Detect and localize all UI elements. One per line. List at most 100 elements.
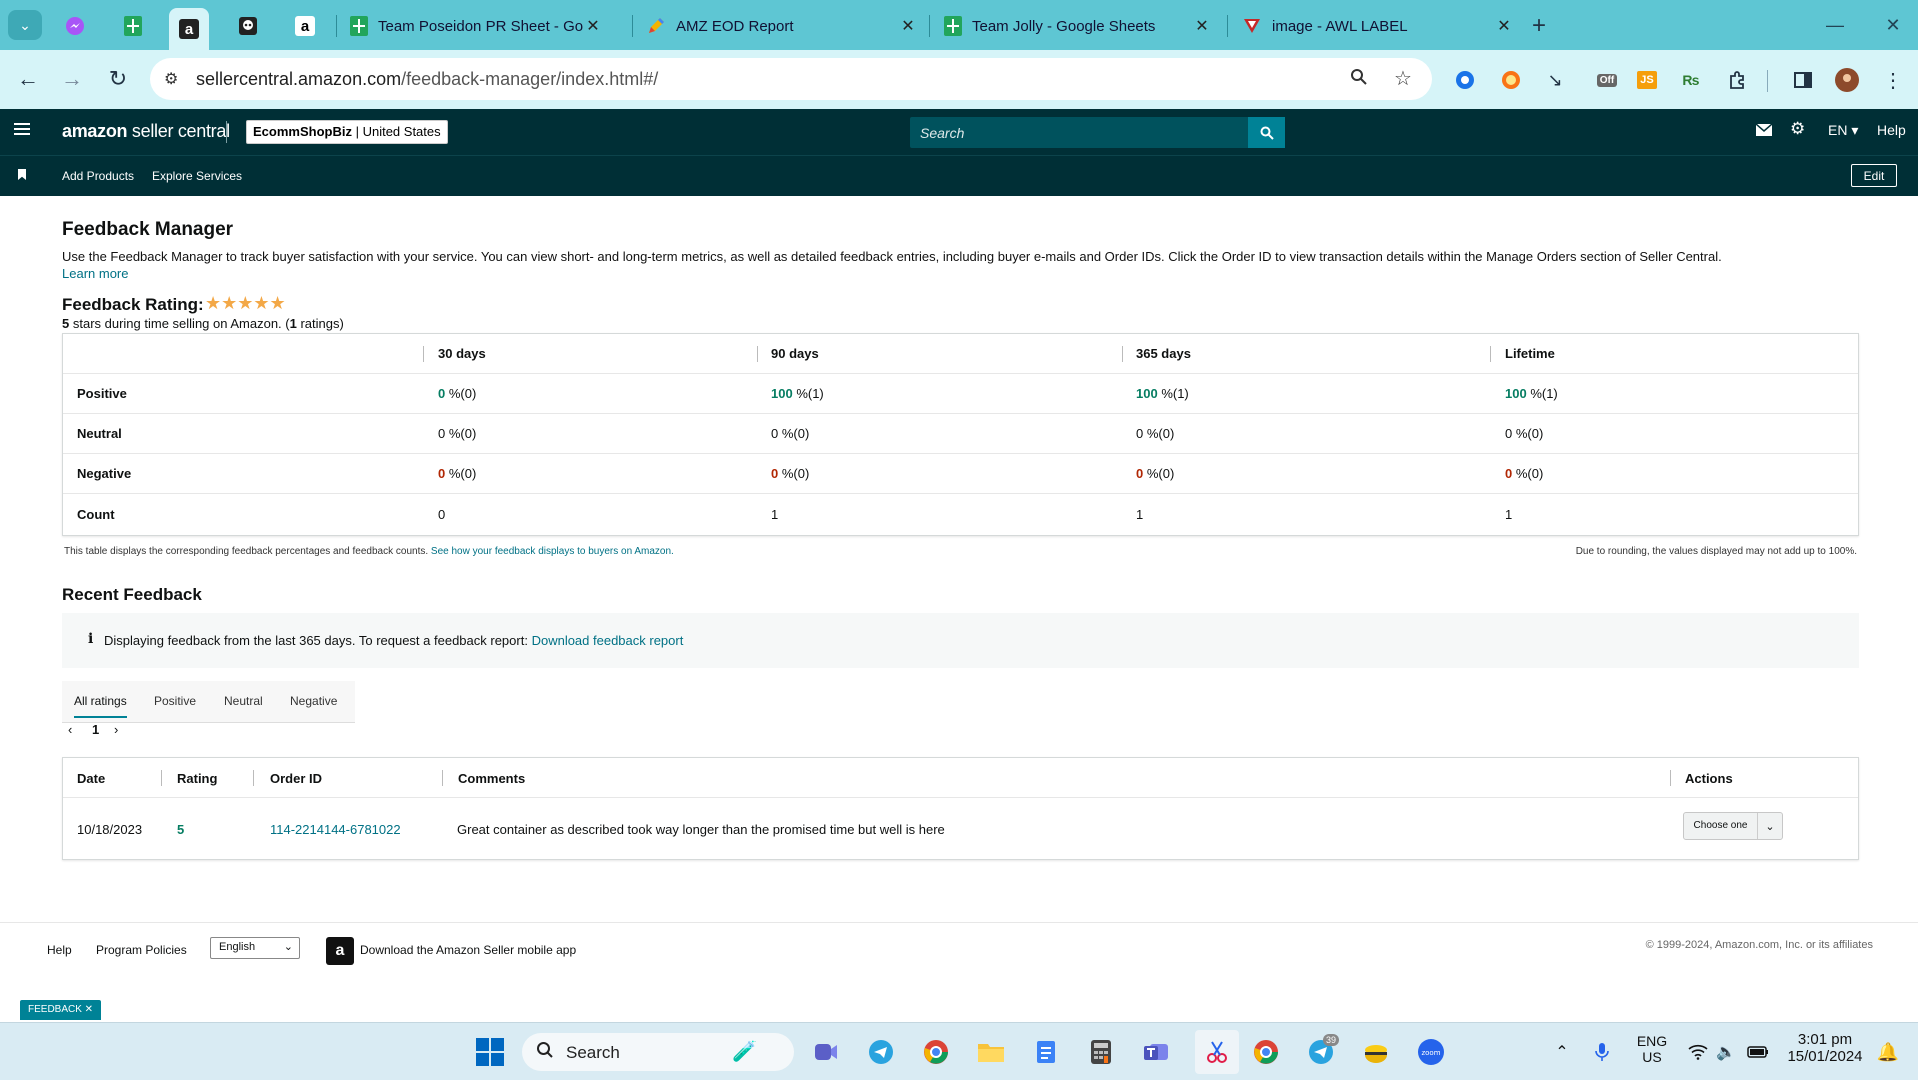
extensions-puzzle-icon[interactable]: [1724, 67, 1750, 93]
subnav-add-products[interactable]: Add Products: [62, 169, 134, 183]
store-selector[interactable]: EcommShopBiz | United States: [246, 120, 448, 144]
start-button[interactable]: [474, 1036, 506, 1068]
new-tab-button[interactable]: +: [1532, 12, 1546, 40]
browser-toolbar: ← → ↻ ⚙ sellercentral.amazon.com/feedbac…: [0, 50, 1918, 109]
close-icon[interactable]: ✕: [1494, 16, 1514, 36]
extension-gear-icon[interactable]: [1452, 67, 1478, 93]
order-id-link[interactable]: 114-2214144-6781022: [270, 822, 401, 837]
input-language[interactable]: ENG US: [1634, 1033, 1670, 1065]
skull-icon: [239, 17, 257, 35]
url-text[interactable]: sellercentral.amazon.com/feedback-manage…: [196, 69, 658, 90]
browser-menu-icon[interactable]: ⋮: [1880, 67, 1906, 93]
table-row: 10/18/2023 5 114-2214144-6781022 Great c…: [63, 798, 1858, 860]
page-number[interactable]: 1: [92, 722, 99, 737]
site-info-icon[interactable]: ⚙: [164, 69, 178, 89]
close-icon[interactable]: ✕: [898, 16, 918, 36]
settings-gear-icon[interactable]: ⚙: [1790, 119, 1805, 139]
tab-image-awl-label[interactable]: image - AWL LABEL ✕: [1242, 10, 1514, 42]
profile-avatar[interactable]: [1834, 67, 1860, 93]
extension-arrow-icon[interactable]: ↘: [1542, 67, 1568, 93]
prev-page-icon[interactable]: ‹: [68, 722, 72, 737]
metric-cell: 1: [1505, 507, 1513, 522]
tab-negative[interactable]: Negative: [290, 694, 337, 708]
edit-bookmarks-button[interactable]: Edit: [1851, 164, 1897, 187]
extension-off-icon[interactable]: Off: [1592, 67, 1622, 93]
svg-text:zoom: zoom: [1421, 1049, 1440, 1057]
mail-icon[interactable]: [1755, 122, 1773, 139]
extension-rs-icon[interactable]: ₨: [1678, 67, 1704, 93]
calculator-icon[interactable]: [1085, 1036, 1117, 1068]
app-yellow-icon[interactable]: [1360, 1036, 1392, 1068]
tab-separator: [336, 15, 337, 37]
file-explorer-icon[interactable]: [975, 1036, 1007, 1068]
back-button[interactable]: ←: [13, 64, 43, 94]
telegram-icon[interactable]: [865, 1036, 897, 1068]
tab-separator: [1227, 15, 1228, 37]
tab-all-ratings[interactable]: All ratings: [74, 694, 127, 718]
tab-search-button[interactable]: ⌄: [8, 10, 42, 40]
footer-program-policies-link[interactable]: Program Policies: [96, 943, 187, 957]
reload-button[interactable]: ↻: [103, 64, 133, 94]
language-selector[interactable]: EN ▾: [1828, 122, 1858, 139]
chrome-icon[interactable]: [1250, 1036, 1282, 1068]
hamburger-menu-icon[interactable]: [14, 123, 30, 137]
col-rating: Rating: [177, 771, 218, 786]
feedback-display-link[interactable]: See how your feedback displays to buyers…: [431, 546, 674, 557]
chrome-profile-icon[interactable]: [920, 1036, 952, 1068]
forward-button[interactable]: →: [57, 64, 87, 94]
teams-meet-icon[interactable]: [810, 1036, 842, 1068]
pinned-tab-amazon[interactable]: a: [285, 10, 325, 42]
pinned-tab-messenger[interactable]: [55, 10, 95, 42]
next-page-icon[interactable]: ›: [114, 722, 118, 737]
subnav-explore-services[interactable]: Explore Services: [152, 169, 242, 183]
battery-icon[interactable]: [1742, 1036, 1774, 1068]
zoom-icon[interactable]: zoom: [1415, 1036, 1447, 1068]
close-window-button[interactable]: ✕: [1870, 10, 1916, 40]
tray-chevron-up-icon[interactable]: ⌃: [1546, 1036, 1578, 1068]
taskbar-search[interactable]: Search 🧪: [522, 1033, 794, 1071]
bookmark-star-icon[interactable]: ☆: [1394, 66, 1412, 91]
telegram-taskbar-icon[interactable]: 39: [1305, 1034, 1339, 1068]
download-app-link[interactable]: Download the Amazon Seller mobile app: [360, 943, 576, 957]
microsoft-teams-icon[interactable]: [1140, 1036, 1172, 1068]
close-icon[interactable]: ✕: [583, 16, 603, 36]
extension-orange-icon[interactable]: [1498, 67, 1524, 93]
pinned-tab-skull[interactable]: [228, 10, 268, 42]
info-icon: i: [88, 631, 94, 647]
tab-neutral[interactable]: Neutral: [224, 694, 263, 708]
zoom-icon[interactable]: [1350, 68, 1368, 91]
learn-more-link[interactable]: Learn more: [62, 266, 128, 281]
notification-bell-icon[interactable]: 🔔: [1872, 1036, 1904, 1068]
metric-cell: 0 %(0): [1505, 426, 1544, 441]
minimize-button[interactable]: —: [1812, 10, 1858, 40]
pinned-tab-amazon-active[interactable]: a: [169, 8, 209, 50]
side-panel-icon[interactable]: [1790, 67, 1816, 93]
seller-central-logo[interactable]: amazon seller central: [62, 121, 230, 142]
close-icon[interactable]: ✕: [1192, 16, 1212, 36]
rounding-note: Due to rounding, the values displayed ma…: [1575, 546, 1857, 557]
address-bar[interactable]: ⚙ sellercentral.amazon.com/feedback-mana…: [150, 58, 1432, 100]
pinned-tab-sheets[interactable]: [113, 10, 153, 42]
metric-cell: 1: [1136, 507, 1144, 522]
help-link[interactable]: Help: [1877, 122, 1906, 138]
extension-js-icon[interactable]: JS: [1634, 67, 1660, 93]
amazon-app-icon[interactable]: a: [326, 937, 354, 965]
download-feedback-report-link[interactable]: Download feedback report: [532, 633, 684, 648]
volume-icon[interactable]: 🔈: [1710, 1036, 1742, 1068]
tab-team-jolly[interactable]: Team Jolly - Google Sheets ✕: [944, 10, 1212, 42]
footer-help-link[interactable]: Help: [47, 943, 72, 957]
snipping-tool-icon[interactable]: [1195, 1030, 1239, 1074]
feedback-widget-button[interactable]: FEEDBACK ✕: [20, 1000, 102, 1020]
microphone-icon[interactable]: [1586, 1036, 1618, 1068]
tab-positive[interactable]: Positive: [154, 694, 196, 708]
bookmark-icon[interactable]: [18, 169, 26, 180]
tab-team-poseidon[interactable]: Team Poseidon PR Sheet - Goo ✕: [350, 10, 603, 42]
actions-dropdown[interactable]: Choose one ⌄: [1683, 812, 1783, 840]
metric-cell: 100 %(1): [1136, 386, 1189, 401]
clock[interactable]: 3:01 pm 15/01/2024: [1782, 1031, 1868, 1065]
tab-amz-eod-report[interactable]: AMZ EOD Report ✕: [646, 10, 918, 42]
search-button[interactable]: [1248, 117, 1285, 148]
notepad-icon[interactable]: [1030, 1036, 1062, 1068]
footer-language-select[interactable]: English ⌄: [210, 937, 300, 959]
search-input[interactable]: [910, 117, 1248, 148]
